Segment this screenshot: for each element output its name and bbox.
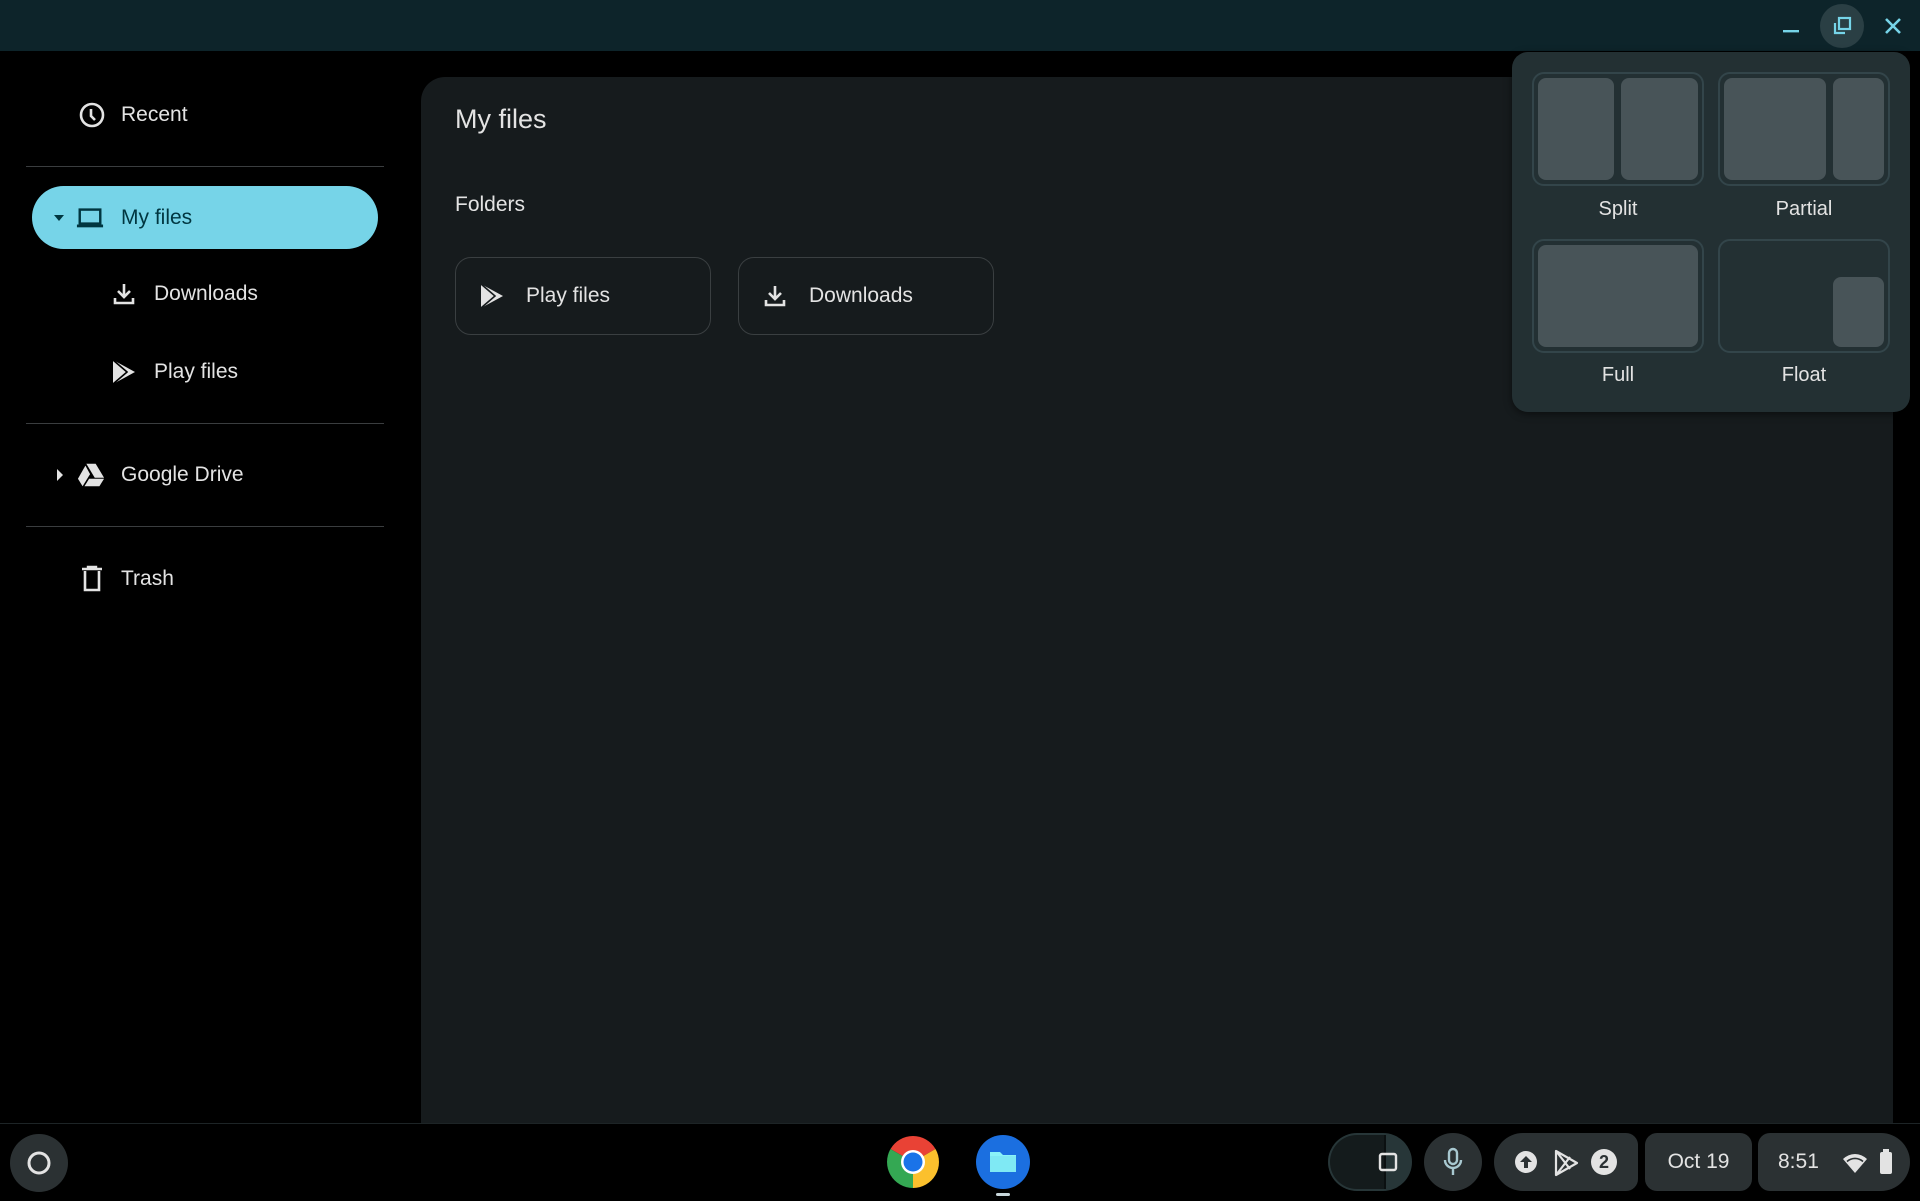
sidebar-item-google-drive[interactable]: Google Drive xyxy=(32,443,378,506)
download-icon xyxy=(110,280,138,308)
status-area-button[interactable]: 8:51 xyxy=(1758,1133,1910,1191)
wifi-icon xyxy=(1843,1154,1867,1173)
trash-icon xyxy=(78,565,106,593)
restore-icon xyxy=(1833,16,1852,35)
folder-card-label: Play files xyxy=(526,284,611,307)
files-icon xyxy=(990,1152,1016,1172)
sidebar-item-play-files[interactable]: Play files xyxy=(64,340,378,403)
google-drive-icon xyxy=(77,461,105,489)
launcher-circle-icon xyxy=(27,1151,51,1175)
upload-icon xyxy=(1515,1151,1537,1173)
window-title-bar xyxy=(0,0,1920,51)
snap-option-label: Split xyxy=(1598,198,1638,220)
snap-option-label: Partial xyxy=(1775,198,1833,220)
sidebar-item-trash[interactable]: Trash xyxy=(32,547,378,610)
sidebar-divider xyxy=(26,526,384,527)
snap-option-label: Float xyxy=(1781,364,1827,386)
close-icon xyxy=(1885,18,1901,34)
date-label: Oct 19 xyxy=(1667,1150,1730,1173)
minimize-icon xyxy=(1783,30,1799,33)
sidebar-item-label: Trash xyxy=(121,566,174,590)
sidebar-item-my-files[interactable]: My files xyxy=(32,186,378,249)
dictation-button[interactable] xyxy=(1424,1133,1482,1191)
snap-pane xyxy=(1538,245,1698,347)
sidebar-divider xyxy=(26,423,384,424)
folder-card-downloads[interactable]: Downloads xyxy=(738,257,994,335)
restore-button[interactable] xyxy=(1820,4,1864,48)
notification-count-badge: 2 xyxy=(1591,1149,1617,1175)
launcher-button[interactable] xyxy=(10,1134,68,1192)
files-app-icon[interactable] xyxy=(976,1135,1030,1189)
snap-option-partial[interactable] xyxy=(1718,72,1890,186)
sidebar-item-label: Play files xyxy=(154,359,239,383)
sidebar: Recent My files Downloads Play files Goo… xyxy=(0,51,410,1123)
microphone-icon xyxy=(1443,1147,1463,1175)
expand-arrow-down-icon[interactable] xyxy=(52,211,66,225)
battery-icon xyxy=(1880,1149,1892,1174)
snap-pane xyxy=(1538,78,1614,180)
page-title: My files xyxy=(455,104,547,134)
laptop-icon xyxy=(76,204,104,232)
chrome-app-icon[interactable] xyxy=(886,1135,940,1189)
snap-pane xyxy=(1621,78,1698,180)
snap-pane xyxy=(1724,78,1826,180)
snap-layout-menu: Split Partial Full Float xyxy=(1512,52,1910,412)
folder-card-label: Downloads xyxy=(809,284,913,307)
sidebar-item-label: Recent xyxy=(121,102,188,126)
sidebar-item-label: Google Drive xyxy=(121,462,244,486)
shelf: 2 Oct 19 8:51 xyxy=(0,1123,1920,1201)
date-tray-button[interactable]: Oct 19 xyxy=(1645,1133,1752,1191)
close-button[interactable] xyxy=(1871,4,1915,48)
sidebar-item-label: My files xyxy=(121,205,193,229)
section-title-folders: Folders xyxy=(455,193,526,216)
chrome-icon xyxy=(887,1136,939,1188)
clock-icon xyxy=(78,101,106,129)
play-store-icon xyxy=(478,282,506,310)
sidebar-item-recent[interactable]: Recent xyxy=(32,83,378,146)
minimize-button[interactable] xyxy=(1769,4,1813,48)
folder-card-play-files[interactable]: Play files xyxy=(455,257,711,335)
sidebar-item-label: Downloads xyxy=(154,281,258,305)
expand-arrow-right-icon[interactable] xyxy=(53,468,67,482)
play-store-notification-icon xyxy=(1554,1149,1579,1177)
snap-option-label: Full xyxy=(1601,364,1635,386)
notification-tray[interactable]: 2 xyxy=(1494,1133,1638,1191)
time-label: 8:51 xyxy=(1778,1150,1819,1173)
snap-option-float[interactable] xyxy=(1718,239,1890,353)
phone-icon xyxy=(1378,1152,1398,1172)
snap-pane xyxy=(1833,277,1884,347)
play-store-icon xyxy=(110,358,138,386)
sidebar-item-downloads[interactable]: Downloads xyxy=(64,262,378,325)
snap-pane xyxy=(1833,78,1884,180)
download-icon xyxy=(761,282,789,310)
sidebar-divider xyxy=(26,166,384,167)
running-indicator xyxy=(996,1193,1010,1196)
snap-option-full[interactable] xyxy=(1532,239,1704,353)
phone-hub-button[interactable] xyxy=(1328,1133,1412,1191)
snap-option-split[interactable] xyxy=(1532,72,1704,186)
